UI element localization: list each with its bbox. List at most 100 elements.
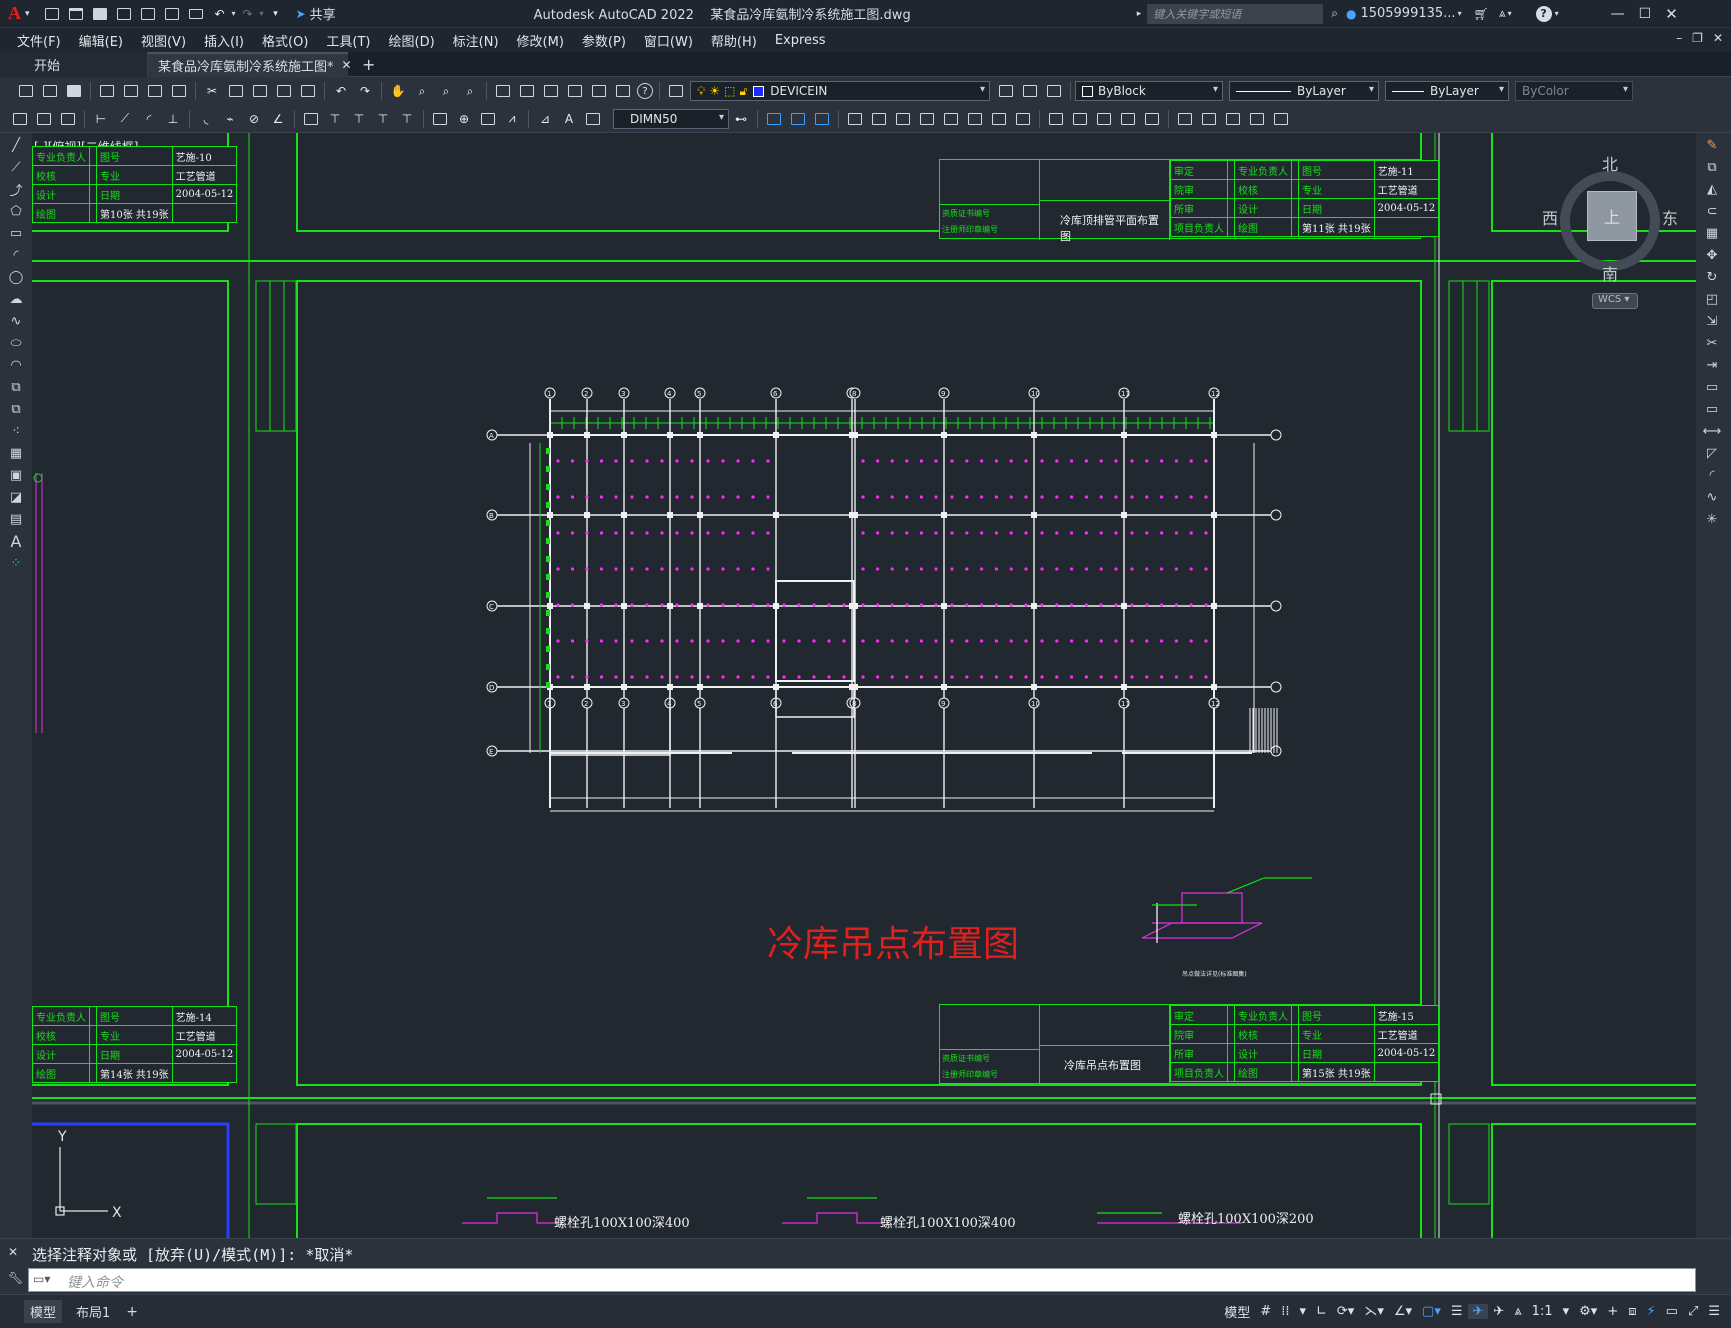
publish-icon[interactable] <box>145 81 165 101</box>
share-button[interactable]: 共享 <box>310 4 336 23</box>
view-icon-8[interactable] <box>1223 109 1243 129</box>
workspace-icon[interactable]: ⚙▾ <box>1574 1304 1602 1319</box>
revcloud-icon[interactable]: ☁ <box>5 289 27 309</box>
copy-icon[interactable] <box>226 81 246 101</box>
move-icon[interactable]: ✥ <box>1701 245 1723 265</box>
color-dropdown[interactable]: ByBlock ▾ <box>1075 81 1223 101</box>
view-icon-7[interactable] <box>1199 109 1219 129</box>
freeze-vp-icon[interactable]: ⬚ <box>724 84 735 98</box>
user-account[interactable]: 1505999135... <box>1360 6 1455 21</box>
point-icon[interactable]: ⁖ <box>5 421 27 441</box>
units-icon[interactable]: ⧈ <box>1623 1304 1641 1319</box>
view-icon-10[interactable] <box>1271 109 1291 129</box>
menu-item[interactable]: 格式(O) <box>253 31 317 50</box>
close-cmd-icon[interactable]: ✕ <box>8 1245 18 1259</box>
ucs-previous-icon[interactable] <box>788 109 808 129</box>
tab-layout1[interactable]: 布局1 <box>76 1302 110 1321</box>
dim-diameter-icon[interactable]: ⊘ <box>244 109 264 129</box>
mirror-icon[interactable]: ◭ <box>1701 179 1723 199</box>
arc-icon[interactable]: ◜ <box>5 245 27 265</box>
autodesk-app-icon[interactable]: ⩓ <box>1499 6 1506 21</box>
group-icon[interactable] <box>34 109 54 129</box>
doc-minimize-icon[interactable]: – <box>1676 31 1682 45</box>
compass-north[interactable]: 北 <box>1602 151 1618 175</box>
erase-icon[interactable]: ✎ <box>1701 135 1723 155</box>
mtext-icon[interactable]: A <box>5 531 27 551</box>
annotation-scale[interactable]: 1:1 <box>1527 1304 1558 1319</box>
menu-item[interactable]: 参数(P) <box>573 31 635 50</box>
quick-props-icon[interactable]: ⚡ <box>1642 1304 1661 1319</box>
open-web-icon[interactable] <box>138 4 158 24</box>
spline-icon[interactable]: ∿ <box>5 311 27 331</box>
dim-radius-icon[interactable]: ◟ <box>196 109 216 129</box>
3d-print-icon[interactable] <box>169 81 189 101</box>
cut-icon[interactable]: ✂ <box>202 81 222 101</box>
stretch-icon[interactable]: ⇲ <box>1701 311 1723 331</box>
redo-icon[interactable]: ↷ <box>238 4 258 24</box>
doc-restore-icon[interactable]: ❐ <box>1692 31 1703 45</box>
menu-item[interactable]: 绘图(D) <box>380 31 444 50</box>
quick-dim-icon[interactable] <box>301 109 321 129</box>
customize-cmd-icon[interactable]: 🔧︎ <box>8 1271 23 1285</box>
plotstyle-dropdown[interactable]: ByColor ▾ <box>1515 81 1633 101</box>
dim-baseline-icon[interactable]: ⊤ <box>325 109 345 129</box>
linetype-dropdown[interactable]: ByLayer ▾ <box>1229 81 1379 101</box>
view-icon-5[interactable] <box>1142 109 1162 129</box>
preview-icon[interactable] <box>121 81 141 101</box>
dim-text-edit-icon[interactable]: A <box>559 109 579 129</box>
layer-dropdown[interactable]: 💡︎ ☀ ⬚ 🔓︎ DEVICEIN ▾ <box>690 81 990 101</box>
menu-item[interactable]: 修改(M) <box>508 31 573 50</box>
lock-icon[interactable]: 🔓︎ <box>740 84 748 99</box>
add-selected-icon[interactable]: ⁘ <box>5 553 27 573</box>
osnap-icon[interactable]: ▢▾ <box>1417 1304 1446 1319</box>
menu-item[interactable]: 工具(T) <box>317 31 379 50</box>
dim-break-icon[interactable]: ⊤ <box>397 109 417 129</box>
menu-item[interactable]: 插入(I) <box>195 31 253 50</box>
inspection-icon[interactable] <box>478 109 498 129</box>
tool-palettes-icon[interactable] <box>541 81 561 101</box>
plot-icon[interactable] <box>186 4 206 24</box>
insert-block-icon[interactable]: ⧉ <box>5 377 27 397</box>
match-props-icon[interactable] <box>274 81 294 101</box>
compass-south[interactable]: 南 <box>1602 261 1618 285</box>
bulb-icon[interactable]: 💡︎ <box>697 84 705 99</box>
menu-item[interactable]: Express <box>766 33 835 48</box>
fillet-icon[interactable]: ◜ <box>1701 465 1723 485</box>
snap-icon[interactable]: ⁞⁞ <box>1276 1304 1294 1319</box>
new-tab-icon[interactable]: + <box>362 55 375 74</box>
fullscreen-icon[interactable]: ⤢ <box>1683 1304 1703 1319</box>
qselect-icon[interactable] <box>10 109 30 129</box>
ucs-icon-2[interactable] <box>869 109 889 129</box>
undo-icon[interactable]: ↶ <box>210 4 230 24</box>
autocad-logo-icon[interactable]: A <box>8 3 21 24</box>
search-icon[interactable]: ⌕ <box>1331 6 1338 21</box>
hatch-icon[interactable]: ▦ <box>5 443 27 463</box>
customize-status-icon[interactable]: ☰ <box>1703 1304 1725 1319</box>
menu-item[interactable]: 窗口(W) <box>635 31 702 50</box>
save-web-icon[interactable] <box>162 4 182 24</box>
ellipse-icon[interactable]: ⬭ <box>5 333 27 353</box>
annomonitor-icon[interactable]: + <box>1602 1304 1623 1319</box>
jog-linear-icon[interactable]: ⩘ <box>502 109 522 129</box>
extend-icon[interactable]: ⇥ <box>1701 355 1723 375</box>
break-at-point-icon[interactable]: ▭ <box>1701 377 1723 397</box>
lineweight-dropdown[interactable]: ByLayer ▾ <box>1385 81 1509 101</box>
dim-update-icon[interactable] <box>583 109 603 129</box>
tolerance-icon[interactable] <box>430 109 450 129</box>
annotation-scale-icon[interactable]: ⩓ <box>1509 1304 1526 1319</box>
menu-item[interactable]: 编辑(E) <box>70 31 132 50</box>
ucs-icon-5[interactable] <box>941 109 961 129</box>
model-space-button[interactable]: 模型 <box>1219 1302 1255 1321</box>
annotation-visibility-icon[interactable]: ✈ <box>1467 1304 1489 1319</box>
wcs-menu[interactable]: WCS ▾ <box>1592 293 1638 309</box>
compass-east[interactable]: 东 <box>1662 205 1678 229</box>
view-icon-6[interactable] <box>1175 109 1195 129</box>
break-icon[interactable]: ▭ <box>1701 399 1723 419</box>
rotate-icon[interactable]: ↻ <box>1701 267 1723 287</box>
dim-aligned-icon[interactable]: ⟋ <box>115 109 135 129</box>
ungroup-icon[interactable] <box>58 109 78 129</box>
circle-icon[interactable]: ◯ <box>5 267 27 287</box>
array-icon[interactable]: ▦ <box>1701 223 1723 243</box>
add-layout-icon[interactable]: + <box>126 1304 138 1320</box>
view-icon-9[interactable] <box>1247 109 1267 129</box>
